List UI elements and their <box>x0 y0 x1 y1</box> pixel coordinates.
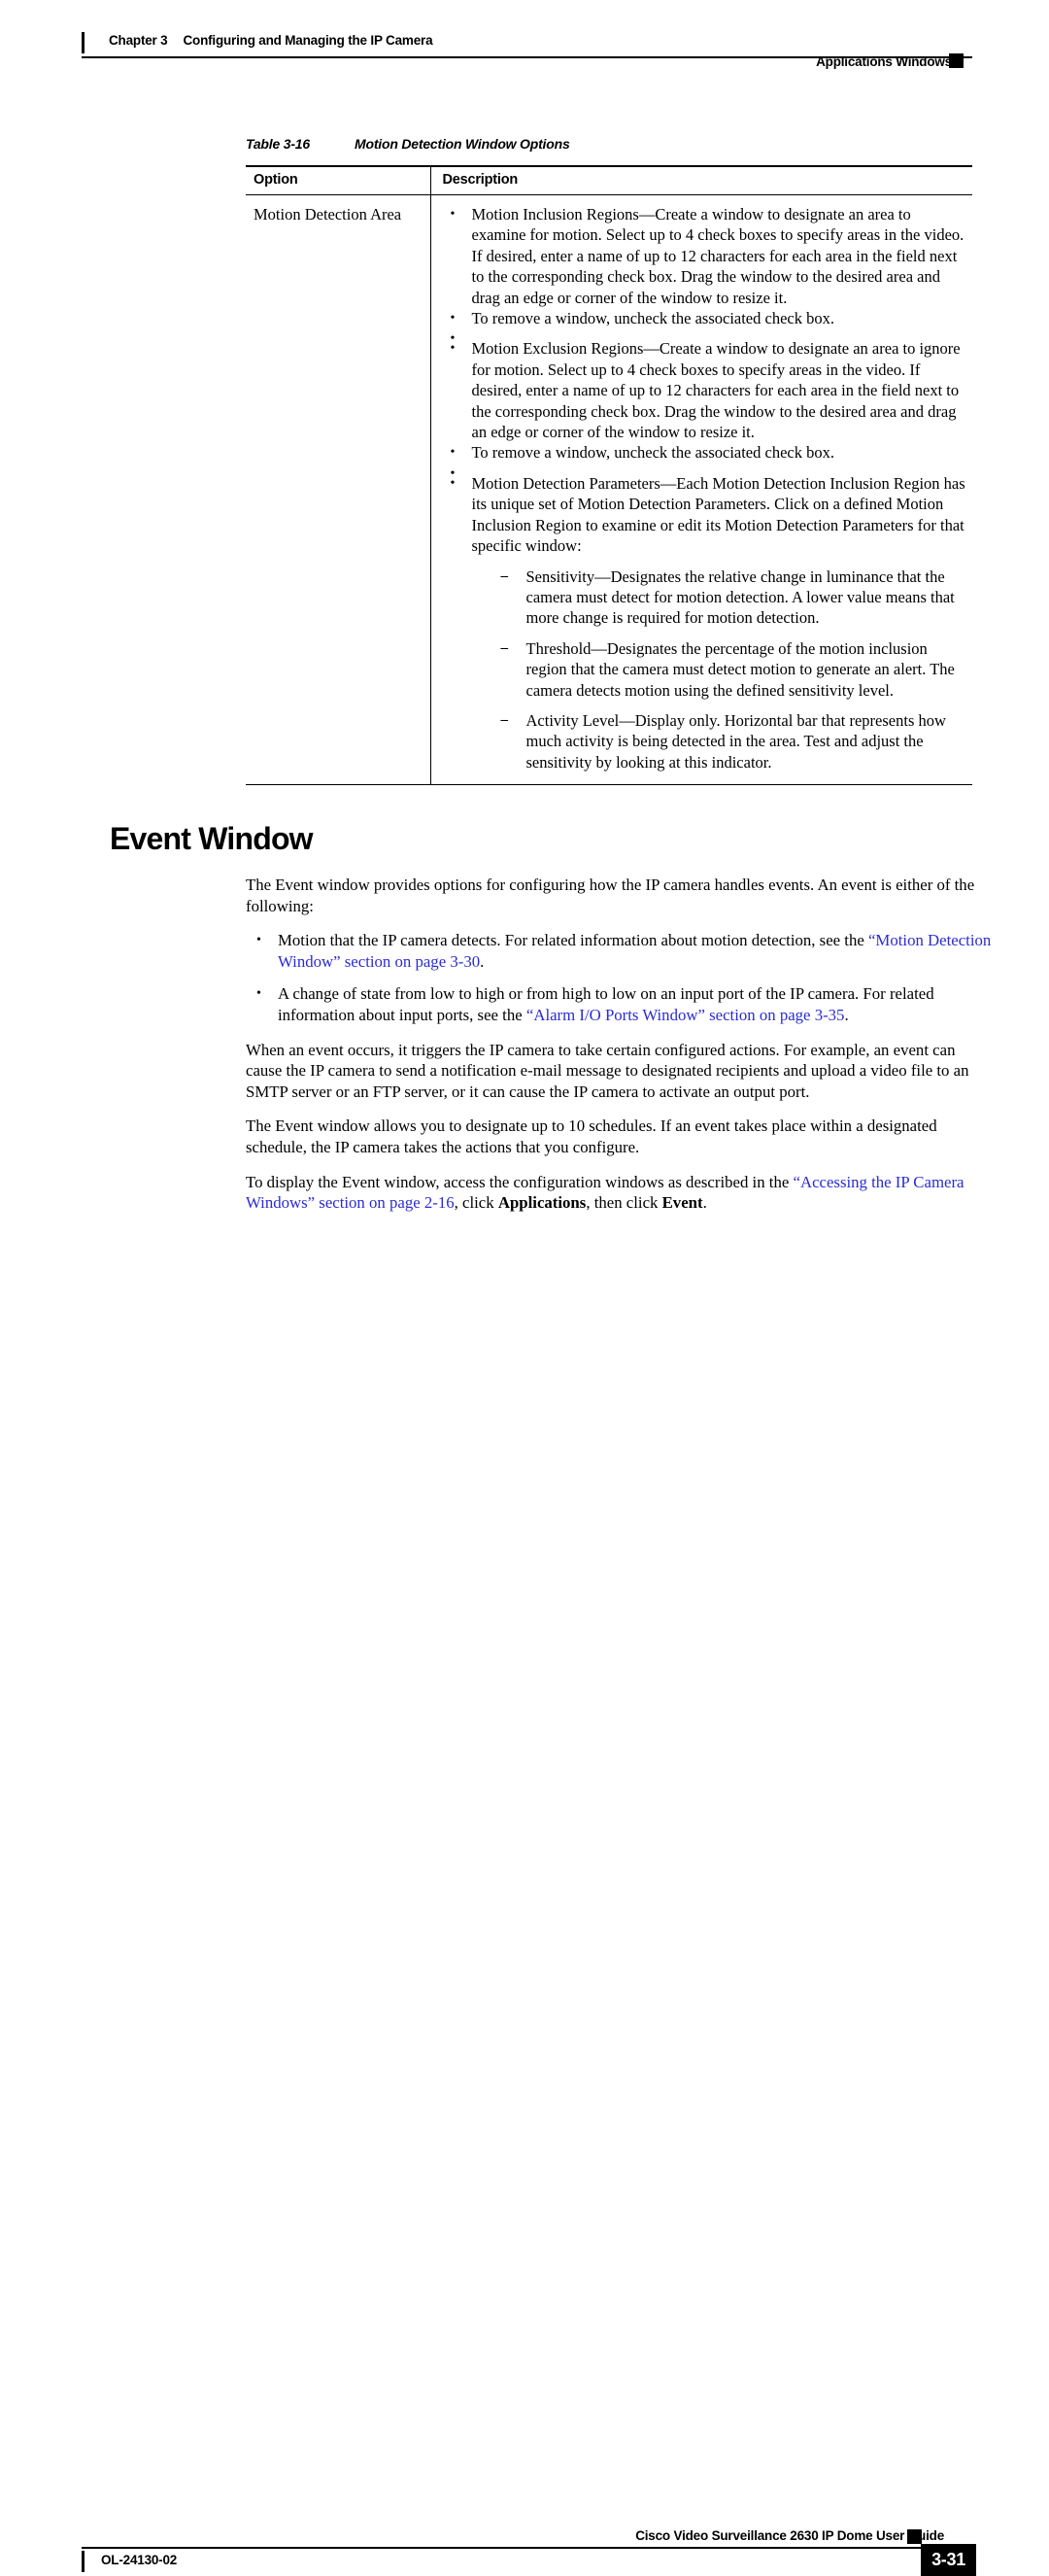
motion-detection-options-table: Option Description Motion Detection Area… <box>246 165 972 786</box>
footer-page-number: 3-31 <box>921 2544 976 2576</box>
footer-document-id: OL-24130-02 <box>101 2553 178 2567</box>
description-bullet-list: Motion Inclusion Regions—Create a window… <box>443 204 967 773</box>
header-chapter-title: Configuring and Managing the IP Camera <box>183 33 433 48</box>
table-row: Motion Detection Area Motion Inclusion R… <box>246 194 972 786</box>
paragraph-event-actions: When an event occurs, it triggers the IP… <box>246 1040 969 1101</box>
section-body: The Event window provides options for co… <box>246 875 994 1227</box>
paragraph-intro: The Event window provides options for co… <box>246 876 975 915</box>
bullet-text-pre: Motion that the IP camera detects. For r… <box>278 931 868 950</box>
footer-margin-tick <box>82 2551 85 2572</box>
bullet-text: Motion Inclusion Regions—Create a window… <box>471 205 964 307</box>
table-caption-title: Motion Detection Window Options <box>355 136 570 152</box>
list-item-state-change-event: A change of state from low to high or fr… <box>246 983 994 1025</box>
cell-option: Motion Detection Area <box>246 194 430 786</box>
bullet-text-post: . <box>844 1005 849 1024</box>
page-title: Event Window <box>110 821 314 856</box>
bullet-motion-detection-parameters: Motion Detection Parameters—Each Motion … <box>443 473 967 773</box>
paragraph-post: . <box>702 1193 707 1213</box>
table-header-row: Option Description <box>246 165 972 195</box>
subitem-threshold: Threshold—Designates the percentage of t… <box>499 638 967 701</box>
bullet-text: Motion Exclusion Regions—Create a window… <box>471 339 961 442</box>
header-margin-tick <box>82 32 85 53</box>
spacer-2 <box>443 464 967 484</box>
cell-description: Motion Inclusion Regions—Create a window… <box>429 194 972 786</box>
page-footer: Cisco Video Surveillance 2630 IP Dome Us… <box>0 1251 1049 2576</box>
header-chapter: Chapter 3 Configuring and Managing the IP… <box>109 33 433 48</box>
subitem-sensitivity: Sensitivity—Designates the relative chan… <box>499 567 967 629</box>
column-header-option: Option <box>246 165 430 195</box>
subitem-activity-level: Activity Level—Display only. Horizontal … <box>499 710 967 773</box>
paragraph-mid2: , then click <box>586 1193 662 1213</box>
paragraph-schedules: The Event window allows you to designate… <box>246 1116 937 1156</box>
column-header-description: Description <box>429 165 972 195</box>
table-caption: Table 3-16 Motion Detection Window Option… <box>246 136 972 152</box>
note-remove-window-1: To remove a window, uncheck the associat… <box>443 308 967 329</box>
bold-event: Event <box>661 1193 703 1213</box>
event-types-list: Motion that the IP camera detects. For r… <box>246 930 994 1025</box>
paragraph-display-event-window: To display the Event window, access the … <box>246 1172 994 1214</box>
note-remove-window-2: To remove a window, uncheck the associat… <box>443 442 967 464</box>
paragraph-mid: , click <box>454 1193 498 1213</box>
bullet-text-post: . <box>480 951 485 971</box>
bullet-motion-inclusion-regions: Motion Inclusion Regions—Create a window… <box>443 204 967 308</box>
bullet-text: Motion Detection Parameters—Each Motion … <box>471 473 965 556</box>
footer-guide-title: Cisco Video Surveillance 2630 IP Dome Us… <box>635 2528 944 2543</box>
footer-rule <box>82 2547 923 2549</box>
list-item-motion-event: Motion that the IP camera detects. For r… <box>246 930 994 972</box>
bold-applications: Applications <box>497 1193 587 1213</box>
header-square-marker <box>949 53 964 68</box>
spacer-1 <box>443 328 967 349</box>
paragraph-pre: To display the Event window, access the … <box>246 1172 794 1191</box>
page-header: Chapter 3 Configuring and Managing the IP… <box>0 0 1049 87</box>
footer-square-marker <box>907 2529 922 2544</box>
parameter-sub-list: Sensitivity—Designates the relative chan… <box>472 567 967 773</box>
link-alarm-io-ports-window[interactable]: “Alarm I/O Ports Window” section on page… <box>526 1006 845 1024</box>
bullet-motion-exclusion-regions: Motion Exclusion Regions—Create a window… <box>443 338 967 442</box>
motion-detection-table-block: Table 3-16 Motion Detection Window Option… <box>246 136 972 786</box>
table-caption-number: Table 3-16 <box>246 136 310 152</box>
header-chapter-number: Chapter 3 <box>109 33 168 48</box>
header-section-label: Applications Windows <box>816 54 952 69</box>
